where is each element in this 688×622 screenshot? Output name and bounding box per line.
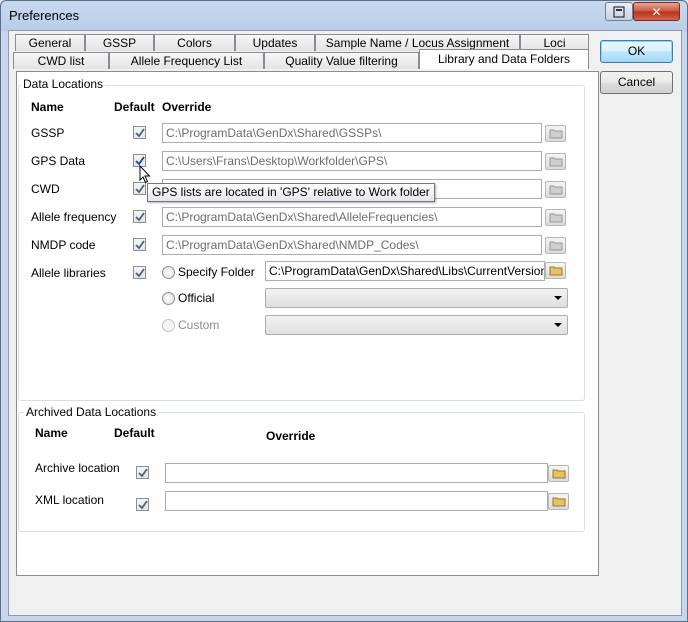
- folder-icon: [549, 266, 562, 276]
- xml-location-default-checkbox[interactable]: [136, 498, 149, 511]
- library-and-data-folders-panel: Data Locations Name Default Override GSS…: [16, 71, 599, 576]
- specify-folder-browse-button[interactable]: [545, 262, 566, 279]
- context-help-button[interactable]: [605, 2, 633, 21]
- allele-libraries-label: Allele libraries: [31, 266, 106, 280]
- official-label: Official: [178, 291, 215, 305]
- cwd-label: CWD: [31, 182, 60, 196]
- gssp-browse-button[interactable]: [545, 125, 566, 142]
- name-column-header: Name: [31, 100, 64, 114]
- folder-icon: [549, 129, 562, 139]
- tab-label: Sample Name / Locus Assignment: [325, 36, 510, 50]
- tab-general[interactable]: General: [15, 34, 85, 51]
- checkmark-icon: [134, 183, 145, 193]
- tab-gssp[interactable]: GSSP: [85, 34, 154, 51]
- dialog-client-area: General GSSP Colors Updates Sample Name …: [8, 30, 682, 616]
- tab-updates[interactable]: Updates: [235, 34, 315, 51]
- gps-data-browse-button[interactable]: [545, 153, 566, 170]
- tab-label: Colors: [177, 36, 212, 50]
- archive-location-label: Archive location: [35, 461, 120, 475]
- help-icon: [613, 5, 625, 18]
- folder-icon: [549, 185, 562, 195]
- gps-data-label: GPS Data: [31, 154, 86, 168]
- nmdp-code-label: NMDP code: [31, 238, 96, 252]
- nmdp-code-override-field[interactable]: C:\ProgramData\GenDx\Shared\NMDP_Codes\: [162, 235, 542, 255]
- gssp-label: GSSP: [31, 126, 65, 140]
- xml-location-browse-button[interactable]: [548, 493, 569, 510]
- tab-label: Library and Data Folders: [437, 52, 571, 66]
- default-column-header: Default: [114, 100, 155, 114]
- checkmark-icon: [134, 239, 145, 249]
- allele-frequency-override-field[interactable]: C:\ProgramData\GenDx\Shared\AlleleFreque…: [162, 207, 542, 227]
- chevron-down-icon: [554, 296, 562, 300]
- window-title: Preferences: [9, 8, 80, 23]
- gps-data-override-field[interactable]: C:\Users\Frans\Desktop\Workfolder\GPS\: [162, 151, 542, 171]
- custom-label: Custom: [178, 318, 220, 332]
- tab-label: Loci: [543, 36, 566, 50]
- tab-label: CWD list: [37, 54, 85, 68]
- tab-label: GSSP: [102, 36, 137, 50]
- tab-colors[interactable]: Colors: [154, 34, 235, 51]
- archive-location-browse-button[interactable]: [548, 465, 569, 482]
- close-button[interactable]: ✕: [633, 2, 680, 21]
- cancel-button[interactable]: Cancel: [600, 71, 673, 94]
- official-radio[interactable]: [162, 292, 175, 305]
- allele-frequency-default-checkbox[interactable]: [133, 210, 146, 223]
- allele-libraries-default-checkbox[interactable]: [133, 266, 146, 279]
- allele-frequency-browse-button[interactable]: [545, 209, 566, 226]
- checkmark-icon: [134, 211, 145, 221]
- folder-icon: [552, 469, 565, 479]
- specify-folder-label: Specify Folder: [178, 265, 255, 279]
- nmdp-code-default-checkbox[interactable]: [133, 238, 146, 251]
- archived-default-column-header: Default: [114, 426, 155, 440]
- xml-location-override-field[interactable]: [165, 491, 548, 511]
- tab-allele-frequency-list[interactable]: Allele Frequency List: [109, 52, 264, 69]
- gssp-default-checkbox[interactable]: [133, 126, 146, 139]
- xml-location-label: XML location: [35, 493, 104, 507]
- tab-label: Allele Frequency List: [130, 54, 243, 68]
- official-library-dropdown[interactable]: [265, 288, 568, 308]
- close-icon: ✕: [651, 4, 662, 19]
- gssp-override-field[interactable]: C:\ProgramData\GenDx\Shared\GSSPs\: [162, 123, 542, 143]
- cwd-browse-button[interactable]: [545, 181, 566, 198]
- tab-label: Quality Value filtering: [285, 54, 398, 68]
- tab-library-and-data-folders[interactable]: Library and Data Folders: [419, 49, 589, 69]
- custom-radio[interactable]: [162, 319, 175, 332]
- ok-button[interactable]: OK: [600, 40, 673, 63]
- data-locations-label: Data Locations: [21, 77, 106, 91]
- specify-folder-field[interactable]: C:\ProgramData\GenDx\Shared\Libs\Current…: [265, 261, 545, 281]
- tab-cwd-list[interactable]: CWD list: [13, 52, 109, 69]
- preferences-window: Preferences ✕ General GSSP Colors Update…: [0, 0, 688, 622]
- specify-folder-radio[interactable]: [162, 266, 175, 279]
- checkmark-icon: [137, 467, 148, 477]
- archive-location-override-field[interactable]: [165, 463, 548, 483]
- gps-data-tooltip: GPS lists are located in 'GPS' relative …: [147, 183, 435, 202]
- checkmark-icon: [134, 155, 145, 165]
- checkmark-icon: [134, 267, 145, 277]
- archived-name-column-header: Name: [35, 426, 68, 440]
- archive-location-default-checkbox[interactable]: [136, 466, 149, 479]
- folder-icon: [549, 213, 562, 223]
- folder-icon: [552, 497, 565, 507]
- mouse-cursor-icon: [139, 165, 151, 184]
- override-column-header: Override: [162, 100, 212, 114]
- checkmark-icon: [134, 127, 145, 137]
- checkmark-icon: [137, 499, 148, 509]
- allele-frequency-label: Allele frequency: [31, 210, 117, 224]
- archived-override-column-header: Override: [266, 429, 316, 443]
- tab-label: Updates: [252, 36, 298, 50]
- folder-icon: [549, 157, 562, 167]
- tab-label: General: [28, 36, 72, 50]
- archived-data-locations-label: Archived Data Locations: [24, 405, 159, 419]
- nmdp-code-browse-button[interactable]: [545, 237, 566, 254]
- chevron-down-icon: [554, 323, 562, 327]
- custom-library-dropdown[interactable]: [265, 315, 568, 335]
- folder-icon: [549, 241, 562, 251]
- tab-quality-value-filtering[interactable]: Quality Value filtering: [264, 52, 419, 69]
